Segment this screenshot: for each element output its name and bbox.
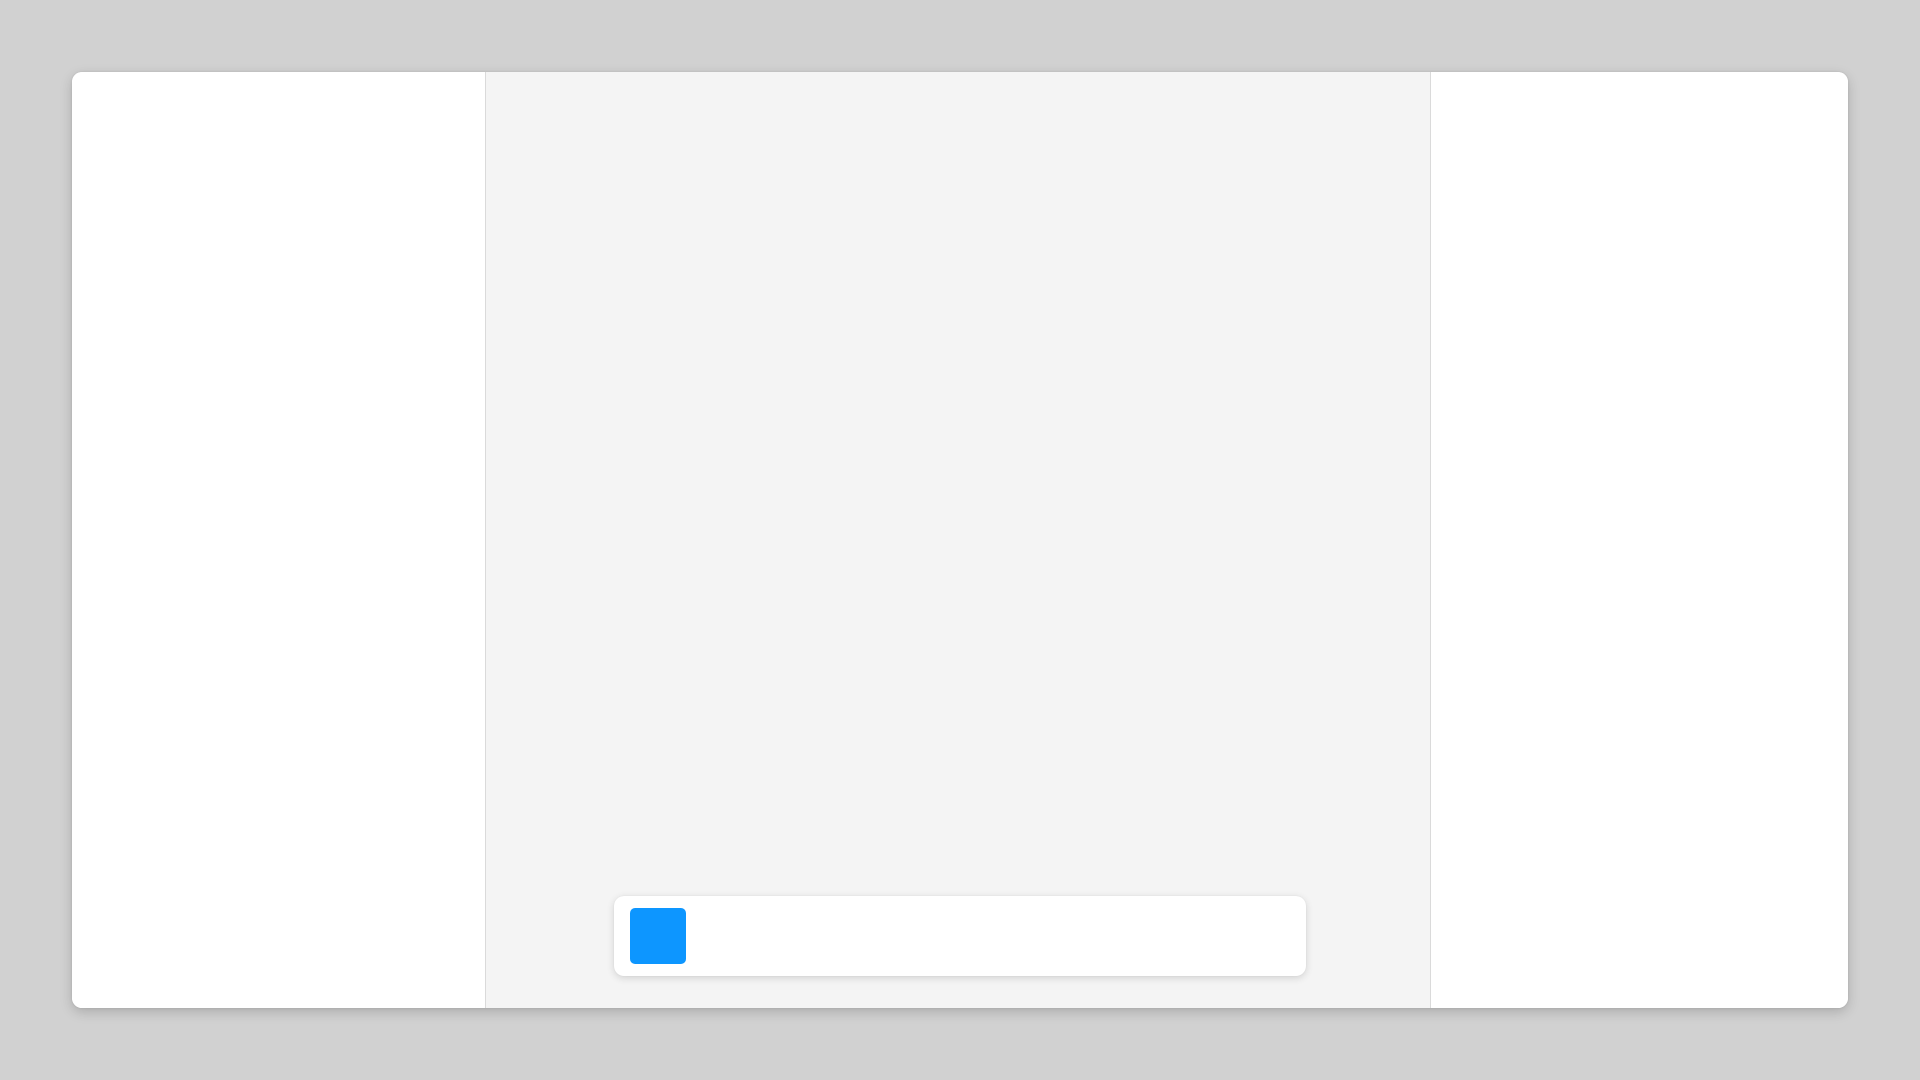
bottom-toolbar <box>614 896 1306 976</box>
left-sidebar <box>72 72 486 1008</box>
right-sidebar <box>1430 72 1848 1008</box>
center-canvas-pane <box>486 72 1430 1008</box>
app-window <box>72 72 1848 1008</box>
accent-color-button[interactable] <box>630 908 686 964</box>
